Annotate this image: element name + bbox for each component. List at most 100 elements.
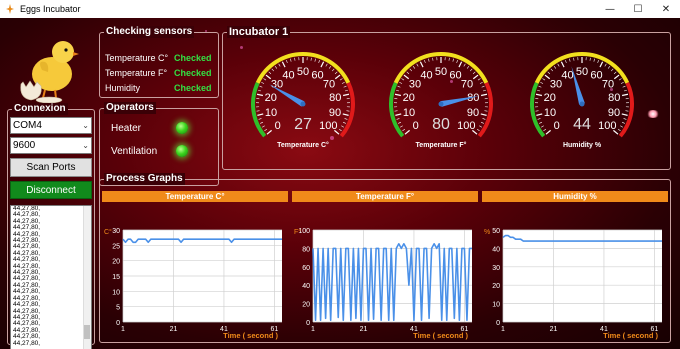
- gauge-tick: [553, 65, 557, 69]
- gauge-tick: [458, 61, 463, 68]
- process-graphs-title: Process Graphs: [104, 173, 185, 185]
- y-axis-label: C°: [104, 228, 112, 236]
- app-icon: [6, 4, 14, 14]
- gauge-tick: [613, 71, 617, 75]
- gauge-tick: [569, 58, 571, 62]
- gauge-dial: 010203040 50 60708090100: [530, 52, 634, 138]
- y-tick-label: 30: [112, 228, 120, 235]
- gauge-tick: [466, 65, 470, 69]
- heater-indicator-led: [176, 122, 188, 134]
- connexion-title: Connexion: [12, 103, 68, 115]
- app-window: Eggs Incubator — ☐ ✕ Checking sensors Te…: [0, 0, 680, 349]
- serial-log-list[interactable]: 44,27,80, 44,27,80, 44,27,80, 44,27,80, 44,2…: [10, 205, 92, 349]
- x-axis-label: Time ( second ): [603, 331, 658, 340]
- gauge-tick: [399, 81, 403, 84]
- gauge-temperature-c: 0 10 20 30 40 50 60 70 80 90 100 27 Temperature C°: [243, 42, 363, 154]
- gauge-label: Temperature C°: [277, 142, 329, 149]
- minimize-button[interactable]: —: [596, 0, 624, 18]
- gauge-tick: [401, 78, 405, 81]
- baud-select[interactable]: 9600 ⌄: [10, 137, 92, 154]
- gauge-tick: [610, 68, 614, 72]
- heater-label: Heater: [111, 123, 142, 134]
- gauge-tick-label: 20: [544, 92, 556, 104]
- gauge-tick-label: 80: [329, 92, 341, 104]
- gauge-tick: [604, 63, 607, 67]
- y-tick-label: 15: [112, 274, 120, 281]
- gauge-tick-label: 40: [282, 69, 294, 81]
- checking-sensors-title: Checking sensors: [104, 26, 195, 38]
- gauge-hub: [579, 101, 585, 107]
- chart-canvas: 0510152025301 21 41 61C°Time ( second ): [104, 228, 282, 340]
- gauge-tick: [394, 93, 402, 97]
- gauge-tick: [294, 57, 296, 61]
- gauge-tick: [318, 59, 320, 63]
- x-tick-label: 21: [170, 326, 178, 333]
- gauge-tick: [328, 65, 332, 69]
- gauge-tick: [419, 61, 424, 68]
- gauge-tick: [314, 58, 316, 62]
- gauge-tick: [339, 78, 343, 81]
- gauge-tick: [424, 59, 426, 63]
- gauge-tick: [479, 81, 483, 84]
- checking-sensors-group: Checking sensors Temperature C° Checked …: [99, 26, 219, 98]
- gauge-tick-label: 40: [420, 69, 432, 81]
- gauge-tick: [481, 85, 485, 88]
- gauge-tick: [290, 58, 292, 62]
- maximize-button[interactable]: ☐: [624, 0, 652, 18]
- graph-header-temp-c: Temperature C°: [102, 191, 288, 202]
- gauge-tick: [477, 78, 481, 81]
- y-tick-label: 80: [302, 246, 310, 253]
- y-tick-label: 0: [116, 320, 120, 327]
- gauge-tick: [278, 63, 281, 67]
- chart-temperature-c: 0 5 10 15 20 25 30 1 21 41 61 C° Time ( second ): [102, 206, 288, 340]
- gauge-tick: [412, 65, 416, 69]
- chart-canvas: 0204060801001 21 41 61F°Time ( second ): [294, 228, 472, 340]
- gauge-tick: [538, 85, 542, 88]
- plot-area: [503, 230, 662, 322]
- scan-ports-button[interactable]: Scan Ports: [10, 158, 92, 177]
- x-axis-label: Time ( second ): [223, 331, 278, 340]
- gauge-tick: [557, 63, 560, 67]
- gauge-tick-label: 50: [576, 66, 588, 78]
- gauge-tick: [469, 68, 473, 72]
- gauge-tick: [613, 74, 620, 80]
- port-select[interactable]: COM4 ⌄: [10, 117, 92, 134]
- gauge-tick: [325, 63, 328, 67]
- gauge-tick: [573, 57, 575, 61]
- gauge-tick: [620, 81, 624, 84]
- gauge-tick: [540, 81, 544, 84]
- gauge-tick-label: 20: [403, 92, 415, 104]
- gauge-tick: [482, 89, 486, 92]
- y-axis-label: %: [484, 229, 490, 236]
- gauge-tick: [331, 68, 335, 72]
- gauge-tick: [343, 85, 347, 88]
- y-tick-label: 25: [112, 243, 120, 250]
- sensor-status-humidity: Checked: [174, 83, 212, 93]
- gauge-tick: [261, 81, 265, 84]
- chart-temperature-f: 0 20 40 60 80 100 1 21 41 61 F° Time ( second ): [292, 206, 478, 340]
- gauge-tick: [621, 93, 629, 97]
- y-tick-label: 40: [302, 283, 310, 290]
- gauge-humidity: 0 10 20 30 40 50 60 70 80 90 100 44 Humidity %: [522, 42, 642, 154]
- y-tick-label: 10: [492, 302, 500, 309]
- gauge-dial: 010203040 50 60708090100: [251, 52, 355, 138]
- gauge-tick: [344, 89, 348, 92]
- gauge-dial: 010203040 50 60708090100: [389, 52, 493, 138]
- disconnect-button[interactable]: Disconnect: [10, 181, 92, 199]
- gauge-hub: [438, 101, 444, 107]
- chart-canvas: 010203040501 21 41 61%Time ( second ): [484, 228, 662, 340]
- log-scrollbar[interactable]: [83, 206, 91, 349]
- x-axis-label: Time ( second ): [413, 331, 468, 340]
- gauge-tick: [623, 89, 627, 92]
- ventilation-label: Ventilation: [111, 146, 158, 157]
- gauge-tick: [456, 59, 458, 63]
- y-tick-label: 10: [112, 289, 120, 296]
- y-tick-label: 20: [302, 302, 310, 309]
- x-tick-label: 1: [501, 326, 505, 333]
- log-scrollbar-thumb[interactable]: [84, 325, 90, 339]
- y-tick-label: 5: [116, 305, 120, 312]
- chevron-down-icon: ⌄: [82, 141, 89, 150]
- gauge-tick: [547, 71, 551, 75]
- close-button[interactable]: ✕: [652, 0, 680, 18]
- log-line: 44,27,80,: [13, 339, 41, 347]
